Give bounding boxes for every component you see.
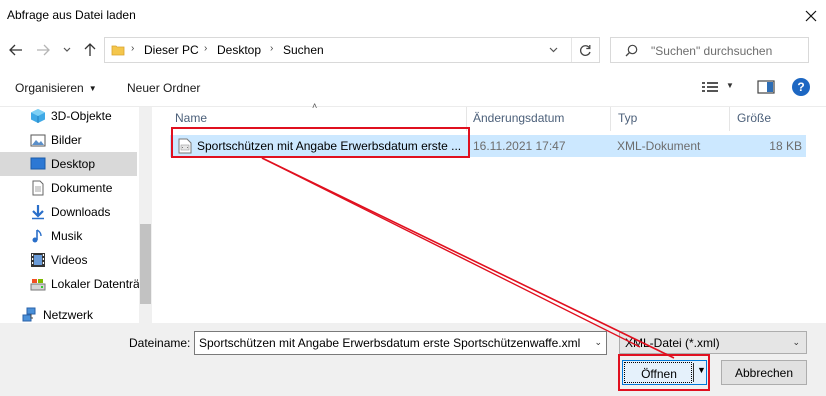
refresh-icon — [579, 44, 591, 56]
sidebar-item-label: Lokaler Datenträ — [51, 277, 140, 291]
column-divider[interactable] — [729, 107, 730, 131]
sidebar-item-netzwerk[interactable]: Netzwerk — [0, 303, 137, 323]
3d-objects-icon — [31, 109, 45, 123]
breadcrumb-dieser-pc[interactable]: Dieser PC — [144, 43, 199, 57]
breadcrumb-separator-icon: › — [270, 43, 274, 54]
downloads-icon — [32, 205, 44, 220]
chevron-down-icon: ⌄ — [792, 337, 800, 347]
sidebar-item-bilder[interactable]: Bilder — [0, 128, 137, 152]
sidebar-item-lokaler-datentraeger[interactable]: Lokaler Datenträ — [0, 272, 140, 296]
sidebar-item-label: Downloads — [51, 205, 111, 219]
sidebar-item-label: 3D-Objekte — [51, 109, 112, 123]
music-icon — [32, 229, 42, 243]
sidebar-item-3d-objekte[interactable]: 3D-Objekte — [0, 107, 137, 128]
recent-locations-button[interactable] — [60, 40, 74, 60]
window-title: Abfrage aus Datei laden — [7, 8, 136, 22]
close-icon — [805, 10, 817, 21]
toolbar: Organisieren ▼ Neuer Ordner ▼ ? — [0, 69, 826, 107]
address-dropdown-button[interactable] — [545, 43, 561, 57]
address-bar[interactable]: › Dieser PC › Desktop › Suchen — [104, 37, 600, 63]
sidebar-scrollbar-thumb[interactable] — [140, 224, 151, 304]
organize-button[interactable]: Organisieren ▼ — [15, 81, 97, 95]
breadcrumb-separator-icon: › — [131, 43, 135, 54]
filename-input[interactable]: Sportschützen mit Angabe Erwerbsdatum er… — [194, 331, 607, 355]
column-divider[interactable] — [610, 107, 611, 131]
caret-down-icon[interactable]: ▼ — [726, 81, 734, 90]
sidebar-item-label: Bilder — [51, 133, 82, 147]
sidebar-item-label: Dokumente — [51, 181, 113, 195]
annotation-box-file — [171, 127, 470, 158]
arrow-up-icon — [84, 43, 96, 56]
annotation-box-open — [618, 354, 710, 391]
sidebar-item-musik[interactable]: Musik — [0, 224, 137, 248]
file-size: 18 KB — [769, 139, 802, 153]
search-icon — [625, 44, 638, 57]
search-box[interactable]: "Suchen" durchsuchen — [610, 37, 809, 63]
pictures-icon — [30, 134, 46, 147]
breadcrumb-suchen[interactable]: Suchen — [283, 43, 324, 57]
chevron-down-icon[interactable]: ⌄ — [594, 337, 602, 348]
sidebar-item-desktop[interactable]: Desktop — [0, 152, 137, 176]
forward-button[interactable] — [33, 40, 53, 60]
view-details-icon[interactable] — [700, 79, 720, 95]
navigation-pane: 3D-Objekte Bilder Desktop Dokumente Down… — [0, 107, 152, 323]
filename-value: Sportschützen mit Angabe Erwerbsdatum er… — [199, 336, 581, 350]
sidebar-item-label: Videos — [51, 253, 88, 267]
filetype-value: XML-Datei (*.xml) — [625, 336, 720, 350]
refresh-button[interactable] — [571, 38, 599, 62]
filetype-select[interactable]: XML-Datei (*.xml) ⌄ — [619, 331, 807, 354]
column-header-size[interactable]: Größe — [737, 107, 771, 131]
breadcrumb-separator-icon: › — [204, 43, 208, 54]
sort-ascending-icon: ˄ — [312, 101, 318, 111]
folder-icon — [111, 45, 125, 56]
videos-icon — [31, 253, 45, 267]
drive-icon — [30, 279, 46, 291]
close-button[interactable] — [796, 0, 826, 31]
filename-label: Dateiname: — [129, 336, 191, 350]
sidebar-item-downloads[interactable]: Downloads — [0, 200, 137, 224]
caret-down-icon: ▼ — [88, 84, 97, 93]
help-icon[interactable]: ? — [792, 78, 810, 96]
cancel-label: Abbrechen — [734, 366, 794, 380]
sidebar-item-label: Musik — [51, 229, 83, 243]
back-button[interactable] — [6, 40, 26, 60]
preview-pane-icon[interactable] — [757, 79, 775, 95]
file-date: 16.11.2021 17:47 — [473, 139, 566, 153]
file-type: XML-Dokument — [617, 139, 701, 153]
desktop-icon — [30, 157, 46, 170]
column-header-date[interactable]: Änderungsdatum — [473, 107, 564, 131]
breadcrumb-desktop[interactable]: Desktop — [217, 43, 261, 57]
chevron-down-icon — [549, 47, 557, 53]
search-input[interactable]: "Suchen" durchsuchen — [651, 44, 772, 58]
sidebar-item-videos[interactable]: Videos — [0, 248, 137, 272]
organize-label: Organisieren — [15, 81, 84, 95]
arrow-right-icon — [37, 44, 50, 56]
sidebar-item-label: Desktop — [51, 157, 96, 171]
column-header-type[interactable]: Typ — [618, 107, 637, 131]
sidebar-item-dokumente[interactable]: Dokumente — [0, 176, 137, 200]
arrow-left-icon — [9, 44, 22, 56]
up-button[interactable] — [80, 40, 100, 60]
title-bar: Abfrage aus Datei laden — [0, 0, 826, 31]
documents-icon — [32, 180, 44, 196]
sidebar-item-label: Netzwerk — [43, 308, 94, 322]
cancel-button[interactable]: Abbrechen — [721, 360, 807, 385]
new-folder-button[interactable]: Neuer Ordner — [127, 81, 200, 95]
navigation-bar: › Dieser PC › Desktop › Suchen "Suchen" … — [0, 31, 826, 69]
network-icon — [22, 307, 36, 322]
chevron-down-icon — [63, 47, 71, 52]
